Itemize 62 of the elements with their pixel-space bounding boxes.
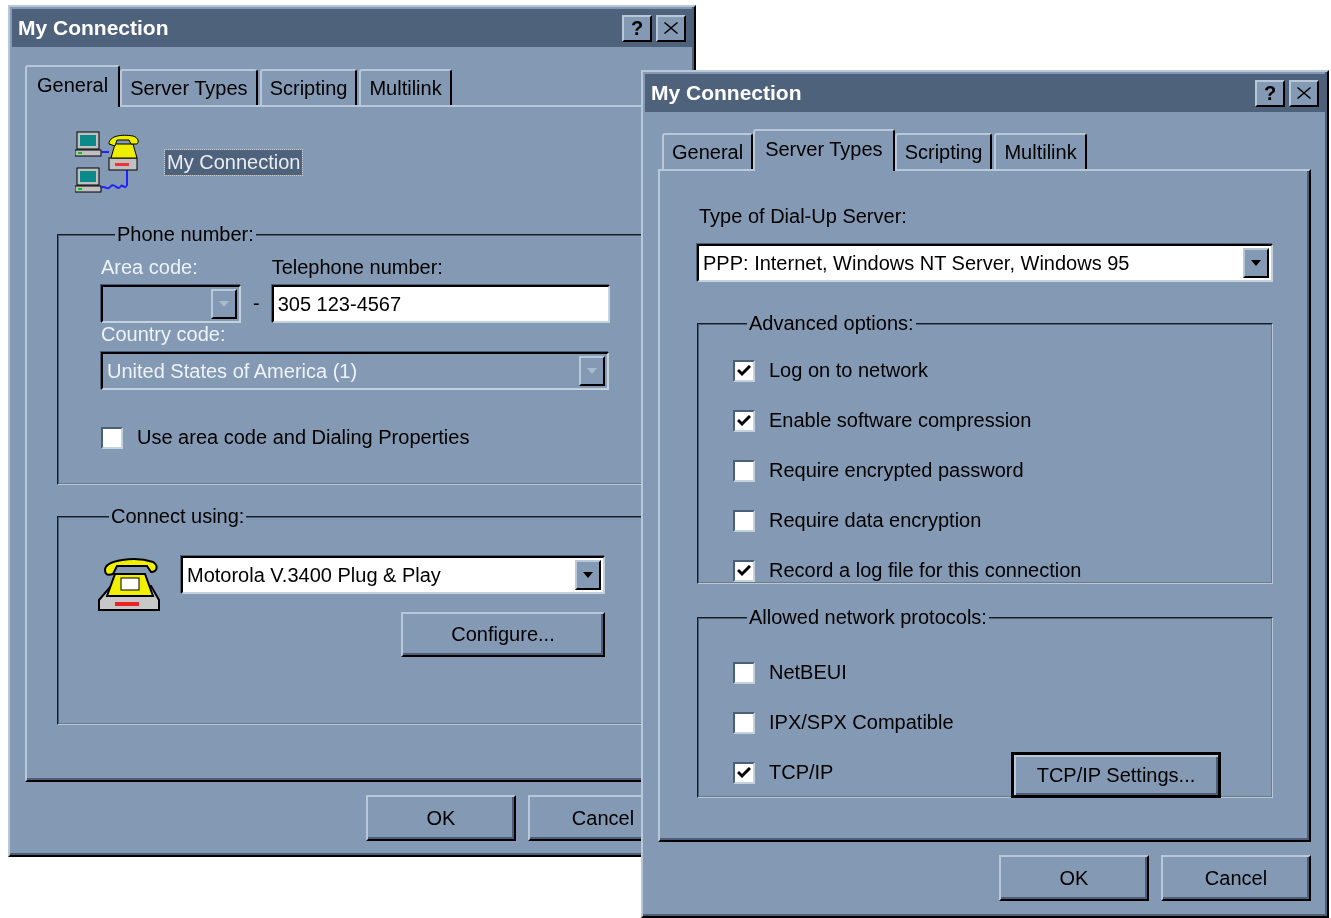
field-label: Telephone number: (271, 256, 444, 279)
checkbox-label: IPX/SPX Compatible (769, 711, 954, 734)
close-button[interactable] (656, 14, 686, 42)
telephone-input[interactable]: 305 123-4567 (271, 285, 610, 323)
dialog-button[interactable]: OK (366, 795, 516, 841)
tab[interactable]: Multilink (994, 133, 1087, 169)
window-title: My Connection (18, 16, 170, 40)
checkbox[interactable] (733, 559, 755, 582)
checkbox[interactable] (733, 711, 755, 734)
checkbox-label: Require data encryption (769, 509, 982, 532)
dialog-button[interactable]: Cancel (1161, 855, 1311, 901)
tab[interactable]: Scripting (259, 69, 358, 105)
checkbox-label: Use area code and Dialing Properties (137, 426, 470, 449)
checkbox[interactable] (733, 661, 755, 684)
checkmark-icon (737, 564, 751, 577)
help-button[interactable]: ? (622, 14, 652, 42)
group-label: Phone number: (116, 223, 255, 246)
field-label: Type of Dial-Up Server: (699, 205, 908, 228)
checkbox[interactable] (733, 359, 755, 382)
computers-phone-icon (75, 130, 141, 194)
configure-button[interactable]: Configure... (401, 612, 605, 657)
tab[interactable]: Scripting (894, 133, 993, 169)
checkbox-label: Require encrypted password (769, 459, 1024, 482)
dropdown-arrow-icon (587, 368, 597, 374)
tcpip-settings-button[interactable]: TCP/IP Settings... (1011, 752, 1221, 798)
checkbox-label: NetBEUI (769, 661, 847, 684)
checkbox[interactable] (101, 426, 123, 449)
dropdown-arrow-icon (219, 301, 229, 307)
connection-name-field[interactable]: My Connection (165, 149, 303, 175)
checkbox-label: Log on to network (769, 359, 928, 382)
checkbox[interactable] (733, 509, 755, 532)
tab[interactable]: General (662, 133, 754, 169)
close-icon (1297, 87, 1311, 99)
modem-dropdown[interactable]: Motorola V.3400 Plug & Play (181, 556, 605, 594)
tab[interactable]: Server Types (120, 69, 258, 105)
checkbox[interactable] (733, 409, 755, 432)
checkbox-label: TCP/IP (769, 761, 834, 784)
window-title: My Connection (651, 81, 803, 105)
separator-dash: - (253, 292, 260, 316)
group-label: Connect using: (110, 505, 246, 528)
checkbox-label: Enable software compression (769, 409, 1032, 432)
tab[interactable]: Server Types (753, 129, 895, 171)
dropdown-arrow-icon (583, 572, 593, 578)
group-label: Advanced options: (748, 312, 915, 335)
checkmark-icon (737, 414, 751, 427)
dropdown-arrow-icon (1251, 260, 1261, 266)
tab[interactable]: General (25, 65, 121, 107)
checkbox[interactable] (733, 761, 755, 784)
field-label: Country code: (101, 323, 226, 345)
dialog-button[interactable]: OK (999, 855, 1149, 901)
checkbox-label: Record a log file for this connection (769, 559, 1082, 582)
tab[interactable]: Multilink (359, 69, 452, 105)
checkbox[interactable] (733, 459, 755, 482)
help-button[interactable]: ? (1255, 79, 1285, 107)
checkmark-icon (737, 766, 751, 779)
field-label: Area code: (101, 256, 199, 279)
area-code-dropdown[interactable] (101, 285, 241, 323)
server-type-dropdown[interactable]: PPP: Internet, Windows NT Server, Windows 95 (697, 244, 1273, 282)
group-label: Allowed network protocols: (748, 606, 988, 629)
checkmark-icon (737, 364, 751, 377)
close-icon (664, 22, 678, 34)
close-button[interactable] (1289, 79, 1319, 107)
